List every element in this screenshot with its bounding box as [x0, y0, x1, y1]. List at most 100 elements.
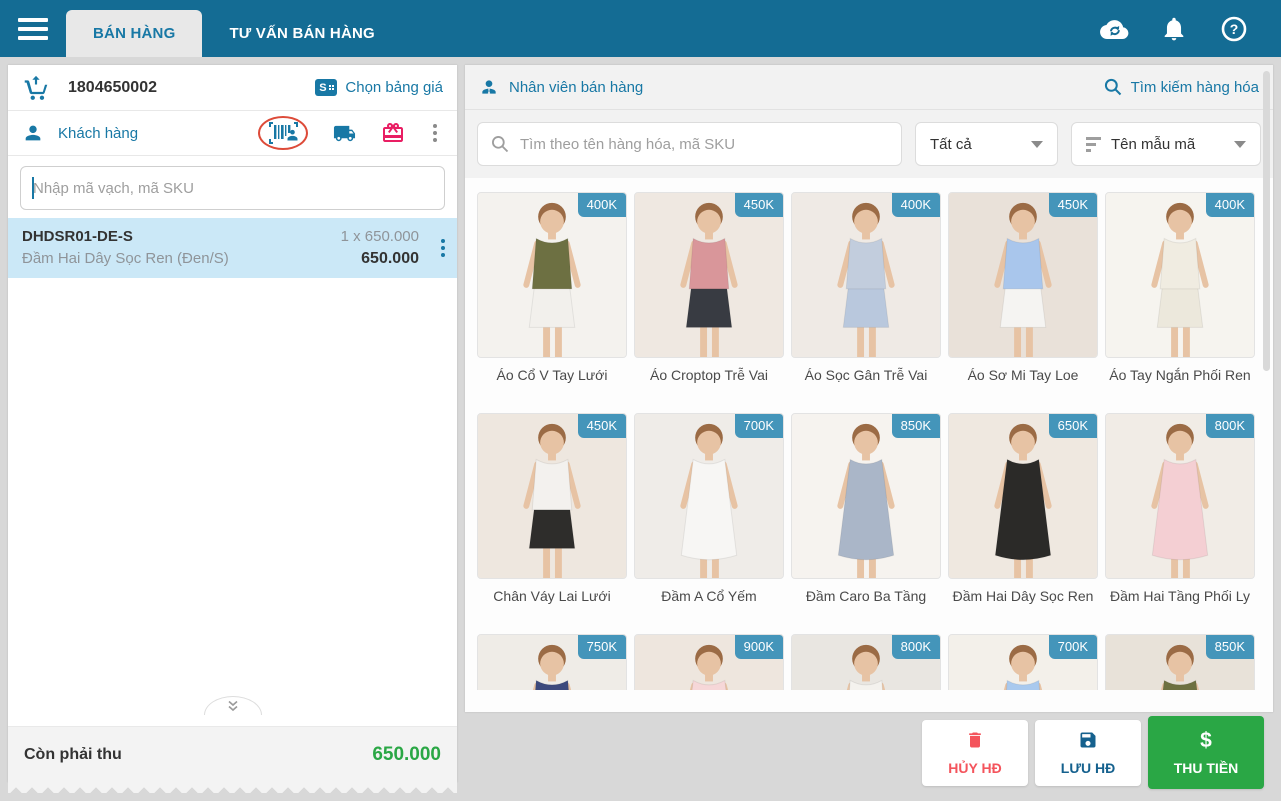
catalog-column: Nhân viên bán hàng Tìm kiếm hàng hóa Tất… — [465, 65, 1273, 793]
customer-row: Khách hàng — [8, 111, 457, 156]
product-card[interactable]: 650K Đầm Hai Dây Sọc Ren — [948, 413, 1098, 620]
product-name: Đầm Caro Ba Tầng — [805, 588, 927, 604]
panel-bottom-mask — [465, 690, 1273, 712]
product-name: Đầm Hai Dây Sọc Ren — [952, 588, 1094, 604]
save-icon — [1077, 729, 1099, 751]
catalog-panel: Nhân viên bán hàng Tìm kiếm hàng hóa Tất… — [465, 65, 1273, 712]
product-card[interactable]: 450K Áo Sơ Mi Tay Loe — [948, 192, 1098, 399]
product-image: 800K — [1105, 413, 1255, 579]
price-badge: 400K — [577, 193, 626, 217]
category-filter-value: Tất cả — [930, 135, 972, 153]
price-badge: 800K — [891, 635, 940, 659]
pricebook-label: Chọn bảng giá — [345, 79, 443, 96]
actions-bar: HỦY HĐ LƯU HĐ $ THU TIỀN — [465, 712, 1273, 793]
price-badge: 900K — [734, 635, 783, 659]
save-order-label: LƯU HĐ — [1060, 760, 1116, 776]
appbar-icons: ? — [1099, 14, 1249, 44]
product-search-box — [477, 122, 902, 166]
barcode-input-wrap — [8, 156, 457, 218]
product-name: Chân Váy Lai Lưới — [493, 588, 611, 604]
search-products-label: Tìm kiếm hàng hóa — [1130, 78, 1259, 96]
customer-actions — [258, 116, 443, 150]
price-badge: 850K — [1205, 635, 1254, 659]
receipt-zigzag-edge — [8, 782, 457, 793]
save-order-button[interactable]: LƯU HĐ — [1035, 719, 1141, 786]
cart-item-sku: DHDSR01-DE-S — [22, 228, 133, 245]
product-card[interactable]: 400K Áo Sọc Gân Trễ Vai — [791, 192, 941, 399]
product-image: 650K — [948, 413, 1098, 579]
product-card[interactable]: 700K Đầm A Cổ Yếm — [634, 413, 784, 620]
vertical-scrollbar[interactable] — [1263, 71, 1270, 371]
price-badge: 450K — [734, 193, 783, 217]
cart-footer: Còn phải thu 650.000 — [8, 726, 457, 793]
product-card[interactable]: 850K Đầm Caro Ba Tầng — [791, 413, 941, 620]
product-name: Áo Cổ V Tay Lưới — [496, 367, 608, 383]
gift-icon[interactable] — [381, 121, 405, 145]
search-icon — [492, 136, 509, 153]
cancel-order-label: HỦY HĐ — [948, 760, 1002, 776]
product-grid: 400K Áo Cổ V Tay Lưới 450K Áo Croptop Tr… — [477, 192, 1263, 712]
notifications-bell-icon[interactable] — [1159, 14, 1189, 44]
product-image: 400K — [1105, 192, 1255, 358]
dollar-icon: $ — [1200, 728, 1212, 752]
cart-item-info: DHDSR01-DE-S Đầm Hai Dây Sọc Ren (Đen/S) — [22, 228, 229, 268]
price-badge: 450K — [577, 414, 626, 438]
price-badge: 700K — [1048, 635, 1097, 659]
search-icon — [1104, 78, 1121, 96]
cart-item-name: Đầm Hai Dây Sọc Ren (Đen/S) — [22, 250, 229, 267]
product-name: Áo Tay Ngắn Phối Ren — [1109, 367, 1251, 383]
tab-ban-hang[interactable]: BÁN HÀNG — [66, 10, 203, 57]
staff-label: Nhân viên bán hàng — [509, 78, 644, 96]
product-card[interactable]: 400K Áo Tay Ngắn Phối Ren — [1105, 192, 1255, 399]
product-search-input[interactable] — [520, 135, 889, 153]
product-image: 400K — [477, 192, 627, 358]
barcode-customer-icon[interactable] — [268, 121, 298, 145]
product-name: Áo Croptop Trễ Vai — [649, 367, 769, 383]
more-options-icon[interactable] — [427, 122, 443, 144]
cart-items-list: DHDSR01-DE-S Đầm Hai Dây Sọc Ren (Đen/S)… — [8, 218, 457, 726]
menu-icon[interactable] — [18, 13, 48, 45]
category-filter-select[interactable]: Tất cả — [915, 122, 1058, 166]
sort-icon — [1086, 136, 1101, 152]
checkout-button[interactable]: $ THU TIỀN — [1148, 716, 1264, 789]
order-number: 1804650002 — [68, 78, 157, 96]
product-image: 400K — [791, 192, 941, 358]
customer-search-label[interactable]: Khách hàng — [58, 125, 138, 142]
appbar: BÁN HÀNG TƯ VẤN BÁN HÀNG ? — [0, 0, 1281, 57]
trash-icon — [964, 729, 986, 751]
text-caret — [32, 177, 34, 199]
product-card[interactable]: 800K Đầm Hai Tầng Phối Ly — [1105, 413, 1255, 620]
staff-selector[interactable]: Nhân viên bán hàng — [479, 77, 643, 97]
svg-text:?: ? — [1230, 21, 1239, 37]
product-name: Áo Sơ Mi Tay Loe — [967, 367, 1079, 383]
cart-item-qty: 1 x 650.000 — [340, 228, 419, 245]
sort-select[interactable]: Tên mẫu mã — [1071, 122, 1261, 166]
cart-item-more-icon[interactable] — [435, 237, 451, 259]
pricebook-button[interactable]: S Chọn bảng giá — [315, 79, 443, 96]
product-card[interactable]: 450K Chân Váy Lai Lưới — [477, 413, 627, 620]
cancel-order-button[interactable]: HỦY HĐ — [922, 719, 1028, 786]
delivery-truck-icon[interactable] — [330, 122, 359, 145]
price-badge: 700K — [734, 414, 783, 438]
product-image: 850K — [791, 413, 941, 579]
price-badge: 850K — [891, 414, 940, 438]
annotation-circle — [258, 116, 308, 150]
price-badge: 400K — [891, 193, 940, 217]
tab-tu-van-ban-hang[interactable]: TƯ VẤN BÁN HÀNG — [202, 10, 401, 57]
product-image: 700K — [634, 413, 784, 579]
cart-item-row[interactable]: DHDSR01-DE-S Đầm Hai Dây Sọc Ren (Đen/S)… — [8, 218, 457, 278]
search-products-link[interactable]: Tìm kiếm hàng hóa — [1103, 77, 1259, 97]
customer-icon — [25, 125, 41, 141]
help-icon[interactable]: ? — [1219, 14, 1249, 44]
product-image: 450K — [948, 192, 1098, 358]
pricebook-icon: S — [315, 79, 338, 96]
cart-item-total: 650.000 — [361, 250, 419, 267]
product-card[interactable]: 450K Áo Croptop Trễ Vai — [634, 192, 784, 399]
product-card[interactable]: 400K Áo Cổ V Tay Lưới — [477, 192, 627, 399]
price-badge: 750K — [577, 635, 626, 659]
cart-up-icon[interactable] — [22, 75, 50, 101]
checkout-label: THU TIỀN — [1173, 759, 1239, 776]
barcode-input[interactable] — [20, 166, 445, 210]
sort-value: Tên mẫu mã — [1111, 135, 1196, 153]
sync-cloud-icon[interactable] — [1099, 14, 1129, 44]
